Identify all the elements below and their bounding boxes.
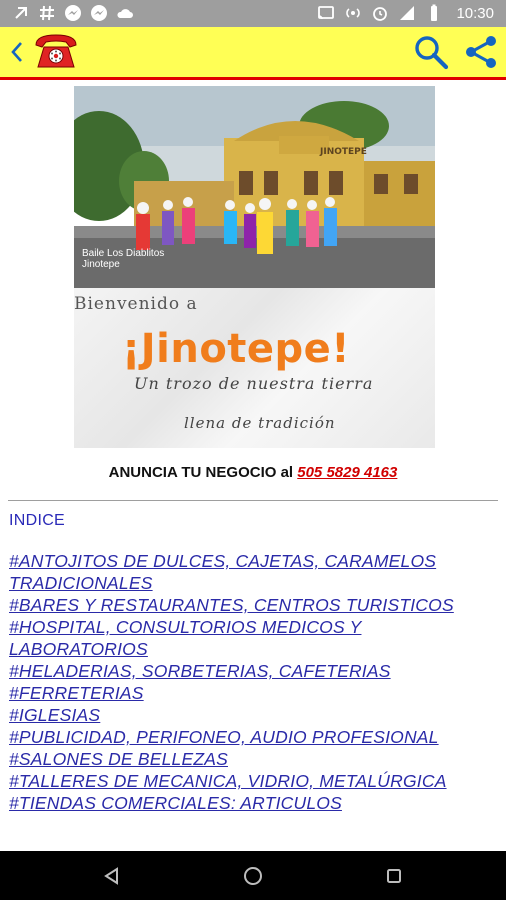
announce-text: ANUNCIA TU NEGOCIO al <box>108 464 298 481</box>
list-item: #SALONES DE BELLEZAS <box>9 748 489 770</box>
red-telephone-icon <box>30 31 82 71</box>
page-content[interactable]: JINOTEPE Baile Los Diablitos Jinotepe Bi… <box>0 80 506 851</box>
announce-phone-link[interactable]: 505 5829 4163 <box>297 464 397 481</box>
index-link[interactable]: #HOSPITAL, CONSULTORIOS MEDICOS Y LABORA… <box>9 617 361 659</box>
welcome-text: Bienvenido a <box>74 294 198 314</box>
cloud-icon <box>116 4 134 22</box>
index-link[interactable]: #FERRETERIAS <box>9 683 144 703</box>
search-icon[interactable] <box>412 33 450 71</box>
index-link[interactable]: #IGLESIAS <box>9 705 100 725</box>
divider <box>8 500 498 501</box>
list-item: #HOSPITAL, CONSULTORIOS MEDICOS Y LABORA… <box>9 616 489 660</box>
messenger-icon <box>64 4 82 22</box>
index-link[interactable]: #PUBLICIDAD, PERIFONEO, AUDIO PROFESIONA… <box>9 727 439 747</box>
index-link[interactable]: #HELADERIAS, SORBETERIAS, CAFETERIAS <box>9 661 391 681</box>
list-item: #PUBLICIDAD, PERIFONEO, AUDIO PROFESIONA… <box>9 726 489 748</box>
hashtag-icon <box>38 4 56 22</box>
battery-icon <box>425 4 443 22</box>
index-link[interactable]: #BARES Y RESTAURANTES, CENTROS TURISTICO… <box>9 595 454 615</box>
back-triangle-icon[interactable] <box>98 862 126 890</box>
back-icon[interactable] <box>6 37 28 67</box>
home-circle-icon[interactable] <box>239 862 267 890</box>
back-arrow-icon <box>12 4 30 22</box>
index-link[interactable]: #TALLERES DE MECANICA, VIDRIO, METALÚRGI… <box>9 771 447 791</box>
navigation-bar <box>0 851 506 900</box>
list-item: #IGLESIAS <box>9 704 489 726</box>
index-list: #ANTOJITOS DE DULCES, CAJETAS, CARAMELOS… <box>9 550 489 814</box>
hotspot-icon <box>344 4 362 22</box>
signal-icon <box>398 4 416 22</box>
messenger-icon <box>90 4 108 22</box>
welcome-banner: JINOTEPE Baile Los Diablitos Jinotepe Bi… <box>74 86 435 448</box>
list-item: #HELADERIAS, SORBETERIAS, CAFETERIAS <box>9 660 489 682</box>
photo-caption-line2: Jinotepe <box>82 259 120 270</box>
index-link[interactable]: #TIENDAS COMERCIALES: ARTICULOS <box>9 793 342 813</box>
cast-icon <box>317 4 335 22</box>
notification-icons <box>12 4 134 22</box>
share-icon[interactable] <box>462 33 500 71</box>
list-item: #TIENDAS COMERCIALES: ARTICULOS <box>9 792 489 814</box>
list-item: #FERRETERIAS <box>9 682 489 704</box>
banner-photo: JINOTEPE Baile Los Diablitos Jinotepe <box>74 86 435 288</box>
building-sign: JINOTEPE <box>319 147 367 157</box>
list-item: #ANTOJITOS DE DULCES, CAJETAS, CARAMELOS… <box>9 550 489 594</box>
announce-line: ANUNCIA TU NEGOCIO al 505 5829 4163 <box>0 464 506 481</box>
list-item: #BARES Y RESTAURANTES, CENTROS TURISTICO… <box>9 594 489 616</box>
tagline-2: llena de tradición <box>184 414 336 432</box>
system-icons: 10:30 <box>317 4 494 22</box>
clock: 10:30 <box>456 4 494 22</box>
list-item: #TALLERES DE MECANICA, VIDRIO, METALÚRGI… <box>9 770 489 792</box>
index-link[interactable]: #SALONES DE BELLEZAS <box>9 749 228 769</box>
photo-caption-line1: Baile Los Diablitos <box>82 248 165 259</box>
alarm-icon <box>371 4 389 22</box>
index-heading: INDICE <box>9 512 66 529</box>
recents-square-icon[interactable] <box>380 862 408 890</box>
app-bar <box>0 27 506 80</box>
tagline-1: Un trozo de nuestra tierra <box>134 374 374 393</box>
index-link[interactable]: #ANTOJITOS DE DULCES, CAJETAS, CARAMELOS… <box>9 551 436 593</box>
photo-caption: Baile Los Diablitos Jinotepe <box>82 248 164 270</box>
welcome-graphic: Bienvenido a ¡Jinotepe! Un trozo de nues… <box>74 288 435 448</box>
city-title: ¡Jinotepe! <box>122 326 351 372</box>
status-bar: 10:30 <box>0 0 506 27</box>
